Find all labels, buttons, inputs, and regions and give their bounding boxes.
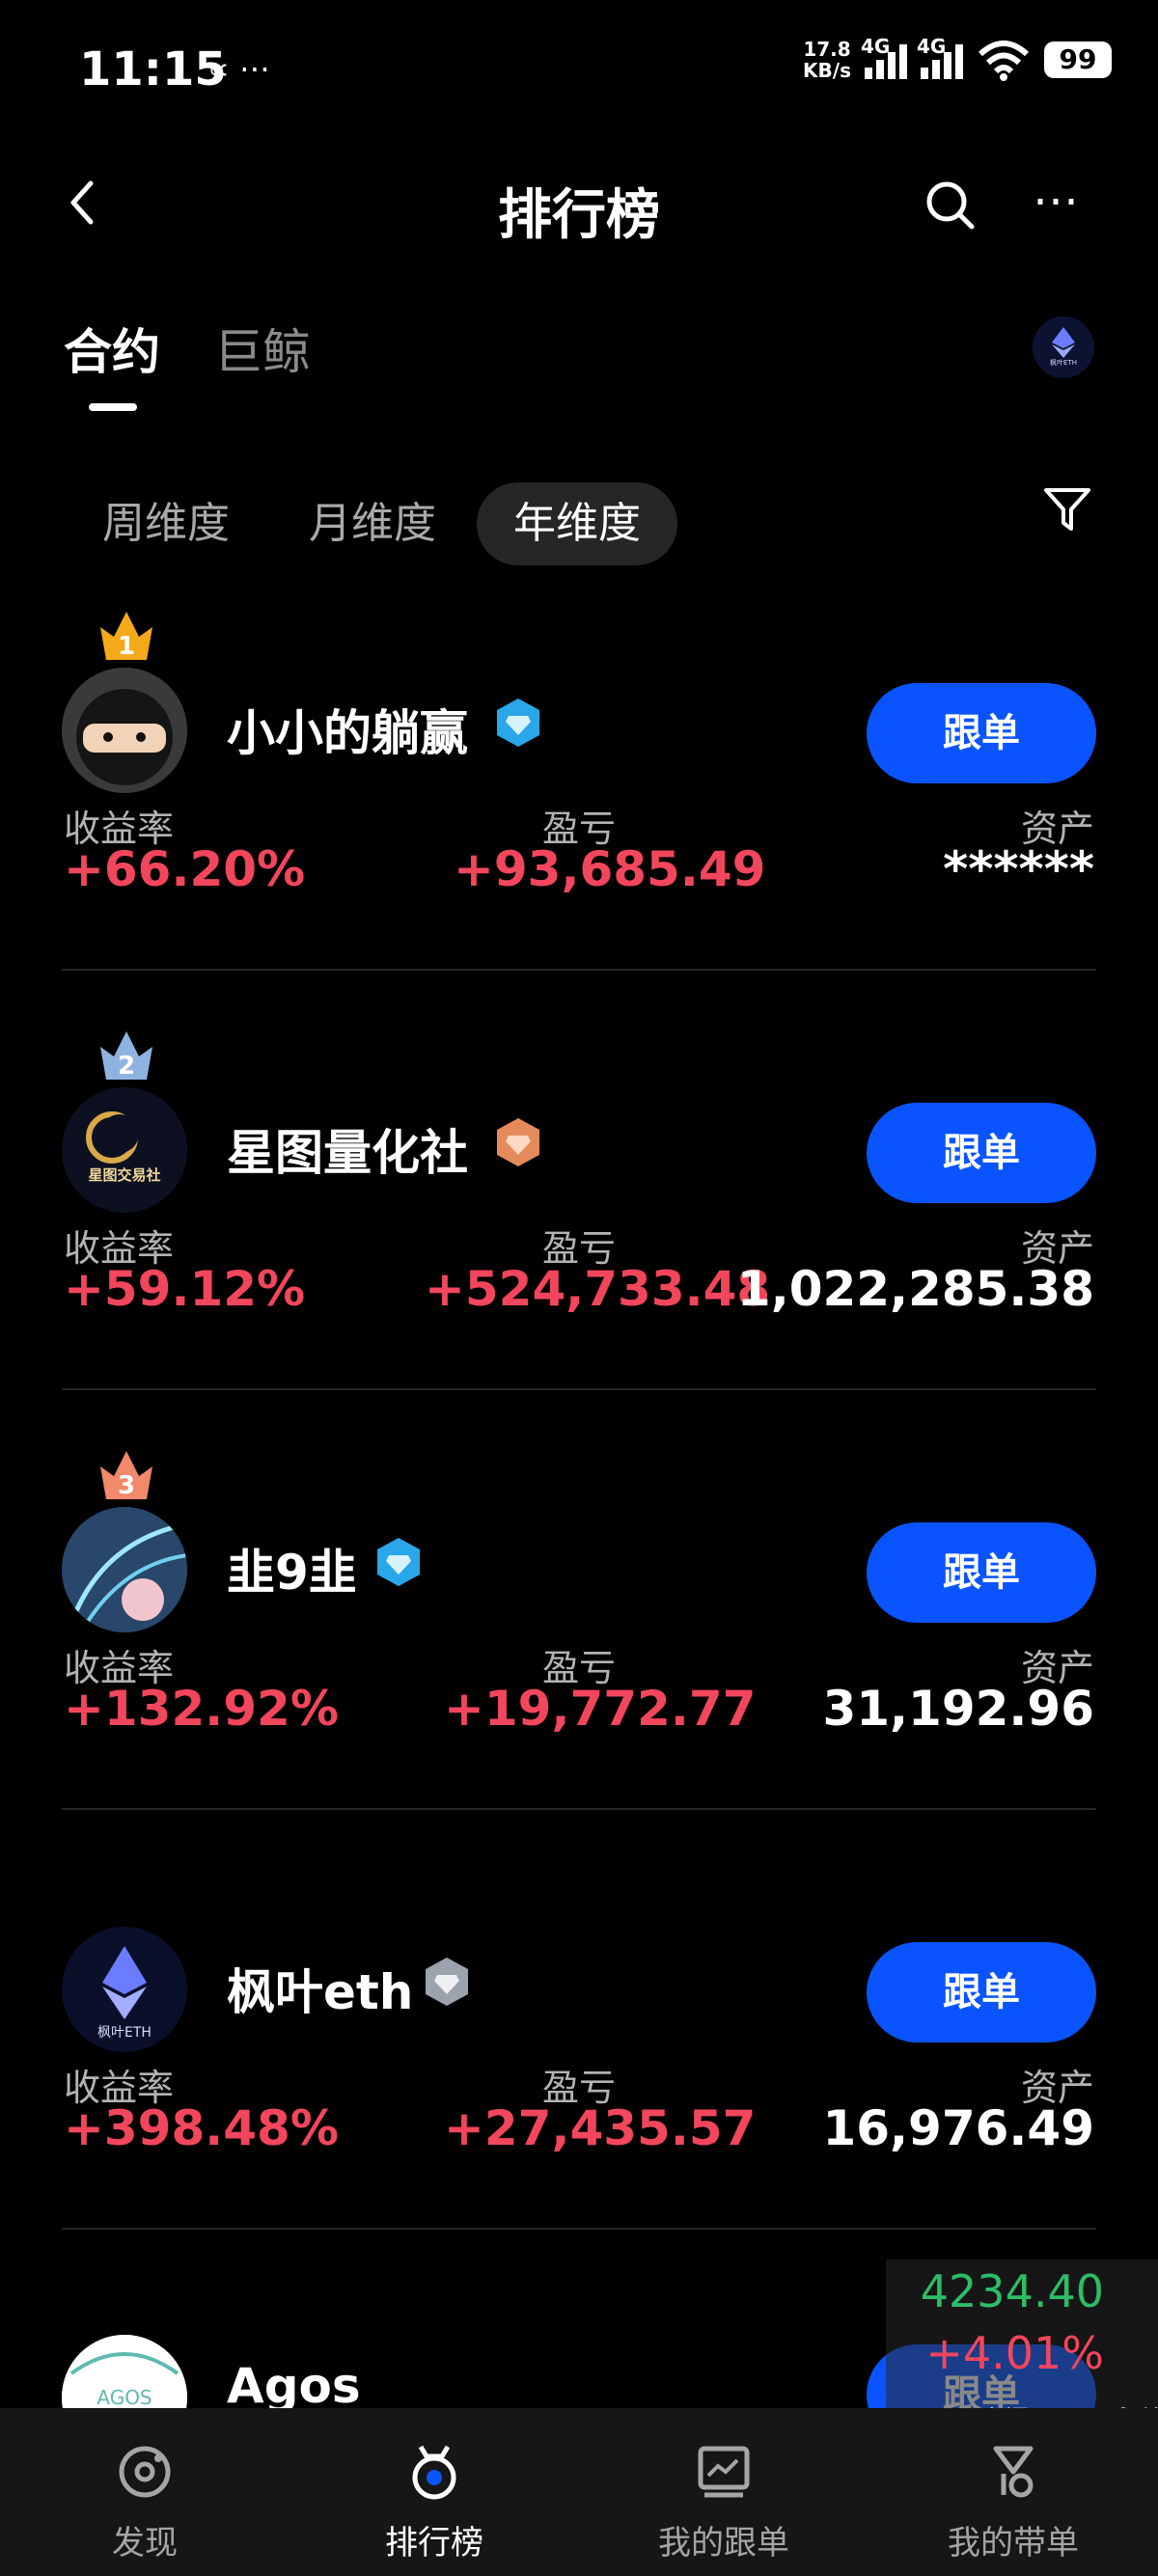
nav-label: 我的带单	[948, 2524, 1079, 2562]
avatar-text: 枫叶ETH	[97, 2025, 152, 2041]
trader-name: 韭9韭	[227, 1545, 357, 1601]
silver-badge-icon	[426, 1958, 468, 2006]
tab-contract[interactable]: 合约	[64, 314, 160, 383]
assets-value: 16,976.49	[822, 2100, 1094, 2156]
tab-whale[interactable]: 巨鲸	[214, 314, 311, 383]
bottom-nav: 发现 排行榜 我的跟单 我的带单	[0, 2408, 1158, 2576]
pnl-value: +19,772.77	[444, 1681, 757, 1737]
avatar: 枫叶ETH	[62, 1927, 187, 2052]
rank-number: 1	[118, 632, 135, 661]
rate-value: +66.20%	[64, 841, 306, 897]
page-title: 排行榜	[498, 184, 660, 247]
nav-my-copy[interactable]: 我的跟单	[579, 2408, 868, 2576]
trader-card[interactable]: 3 韭9韭 跟单 收益率 盈亏 资产 +132.92% +19,772.77 3…	[0, 1428, 1158, 1848]
filter-icon[interactable]	[1042, 484, 1092, 534]
xingtu-avatar-icon: 星图交易社	[62, 1087, 187, 1213]
my-lead-icon	[993, 2446, 1034, 2498]
discover-icon	[119, 2446, 171, 2498]
crown-gold-icon: 1	[100, 612, 152, 661]
tab-week[interactable]: 周维度	[66, 482, 266, 565]
follow-button[interactable]: 跟单	[867, 1942, 1096, 2042]
rate-value: +132.92%	[64, 1681, 339, 1737]
trader-name: 星图量化社	[227, 1125, 468, 1181]
status-time: 11:15	[79, 42, 227, 96]
pnl-value: +93,685.49	[454, 841, 766, 897]
trader-card[interactable]: 星图交易社 2 星图量化社 跟单 收益率 盈亏 资产 +59.12% +524,…	[0, 1008, 1158, 1428]
nav-label: 我的跟单	[658, 2524, 789, 2562]
avatar	[62, 668, 187, 793]
ethereum-icon	[1052, 327, 1075, 358]
tab-indicator	[89, 403, 137, 411]
eth-avatar-small[interactable]: 枫叶ETH	[1033, 316, 1094, 378]
rate-value: +59.12%	[64, 1261, 306, 1317]
agos-avatar-icon: AGOS	[62, 2335, 187, 2408]
ticker-price: 4234.40	[920, 2265, 1104, 2317]
ninja-avatar-icon	[62, 668, 187, 793]
status-extra: ∝ ⋯	[207, 50, 271, 87]
search-icon[interactable]	[922, 177, 979, 234]
divider	[62, 1808, 1096, 1810]
crown-bronze-icon: 3	[100, 1451, 152, 1500]
net-speed-value: 17.8	[803, 38, 851, 61]
divider	[62, 1388, 1096, 1390]
status-bar: 11:15 ∝ ⋯ 17.8 KB/s 4G 4G 99	[0, 0, 1158, 135]
nav-discover[interactable]: 发现	[0, 2408, 290, 2576]
nav-leaderboard[interactable]: 排行榜	[290, 2408, 579, 2576]
nav-label: 发现	[112, 2524, 178, 2562]
diamond-badge-icon	[377, 1538, 420, 1586]
trader-card[interactable]: 1 小小的躺赢 跟单 收益率 盈亏 资产 +66.20% +93,685.49 …	[0, 589, 1158, 1008]
signal-2-label: 4G	[917, 35, 947, 58]
pnl-value: +27,435.57	[444, 2100, 757, 2156]
rank-number: 3	[118, 1471, 135, 1500]
more-icon[interactable]: ⋯	[1033, 174, 1083, 228]
anime-avatar-icon	[62, 1507, 187, 1632]
follow-button[interactable]: 跟单	[867, 1522, 1096, 1623]
follow-button[interactable]: 跟单	[867, 683, 1096, 783]
signal-1: 4G	[861, 35, 907, 79]
crown-silver-icon: 2	[100, 1031, 152, 1081]
status-right: 17.8 KB/s 4G 4G 99	[803, 35, 1112, 81]
trader-name: Agos	[227, 2358, 361, 2408]
signal-2: 4G	[917, 35, 963, 79]
assets-value: 1,022,285.38	[736, 1261, 1094, 1317]
diamond-badge-icon	[497, 699, 539, 747]
rate-value: +398.48%	[64, 2100, 339, 2156]
nav-label: 排行榜	[385, 2524, 483, 2562]
tab-month[interactable]: 月维度	[272, 482, 473, 565]
ticker-change: +4.01%	[925, 2327, 1104, 2379]
leaderboard-icon	[412, 2445, 456, 2500]
signal-1-label: 4G	[861, 35, 891, 58]
net-speed: 17.8 KB/s	[803, 39, 851, 81]
divider	[62, 969, 1096, 971]
avatar-text: AGOS	[96, 2386, 152, 2408]
nav-my-lead[interactable]: 我的带单	[868, 2408, 1158, 2576]
assets-value: ******	[943, 841, 1094, 897]
trader-name: 枫叶eth	[227, 1964, 414, 2020]
avatar: 星图交易社	[62, 1087, 187, 1213]
net-speed-unit: KB/s	[803, 59, 851, 82]
my-copy-icon	[698, 2446, 750, 2498]
wifi-icon	[978, 41, 1030, 81]
divider	[62, 2228, 1096, 2230]
tab-year[interactable]: 年维度	[477, 482, 677, 565]
bronze-badge-icon	[497, 1118, 539, 1166]
avatar	[62, 1507, 187, 1632]
follow-button[interactable]: 跟单	[867, 1103, 1096, 1203]
rank-number: 2	[118, 1052, 135, 1081]
trader-name: 小小的躺赢	[227, 705, 468, 761]
avatar: AGOS	[62, 2335, 187, 2408]
ethereum-avatar-icon: 枫叶ETH	[62, 1927, 187, 2052]
assets-value: 31,192.96	[822, 1681, 1094, 1737]
battery-icon: 99	[1044, 41, 1112, 78]
pnl-value: +524,733.48	[425, 1261, 771, 1317]
avatar-text: 星图交易社	[88, 1166, 160, 1184]
eth-small-label: 枫叶ETH	[1050, 359, 1077, 367]
trader-card[interactable]: 枫叶ETH 枫叶eth 跟单 收益率 盈亏 资产 +398.48% +27,43…	[0, 1848, 1158, 2267]
